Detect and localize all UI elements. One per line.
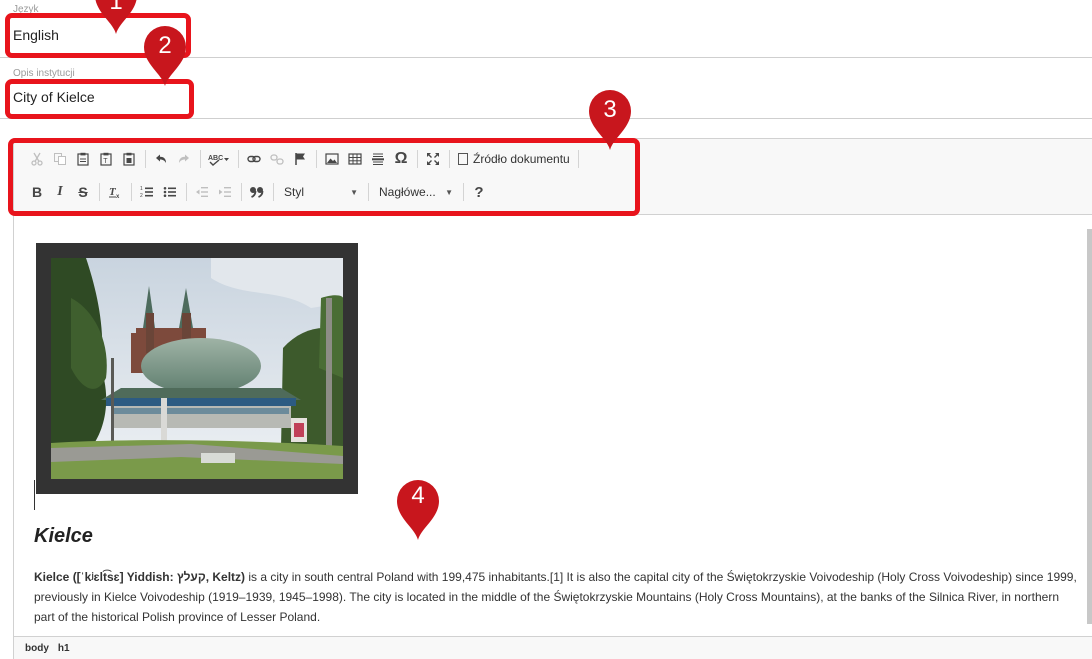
marker-pin-3: 3	[585, 86, 635, 152]
marker-pin-4: 4	[393, 476, 443, 542]
marker-pin-2-label: 2	[158, 32, 172, 59]
marker-pin-4-label: 4	[411, 482, 425, 509]
kielce-photo	[51, 258, 343, 479]
marker-pin-1: 1	[91, 0, 141, 36]
editor-scrollbar[interactable]	[1087, 229, 1092, 624]
rich-text-editor: T ABC Ω Źródło dokumentu B I S T x 1 2 S…	[13, 138, 1092, 659]
marker-pin-3-label: 3	[603, 96, 617, 123]
path-item-body[interactable]: body	[25, 643, 49, 654]
article-body-intro: Kielce ([ˈkʲɛlt͡sɛ] Yiddish: קעלץ, Keltz…	[34, 570, 246, 584]
marker-pin-2: 2	[140, 22, 190, 88]
article-image-frame[interactable]	[36, 243, 358, 494]
element-path-bar: body h1	[14, 636, 1092, 659]
marker-pin-1-label: 1	[109, 0, 123, 15]
text-cursor	[34, 480, 35, 510]
article-body: Kielce ([ˈkʲɛlt͡sɛ] Yiddish: קעלץ, Keltz…	[34, 567, 1079, 627]
path-item-h1[interactable]: h1	[58, 643, 70, 654]
editor-content[interactable]: Kielce Kielce ([ˈkʲɛlt͡sɛ] Yiddish: קעלץ…	[14, 216, 1092, 636]
article-title: Kielce	[34, 525, 93, 547]
institution-label: Opis instytucji	[13, 68, 75, 79]
highlight-box-toolbar	[8, 138, 640, 216]
